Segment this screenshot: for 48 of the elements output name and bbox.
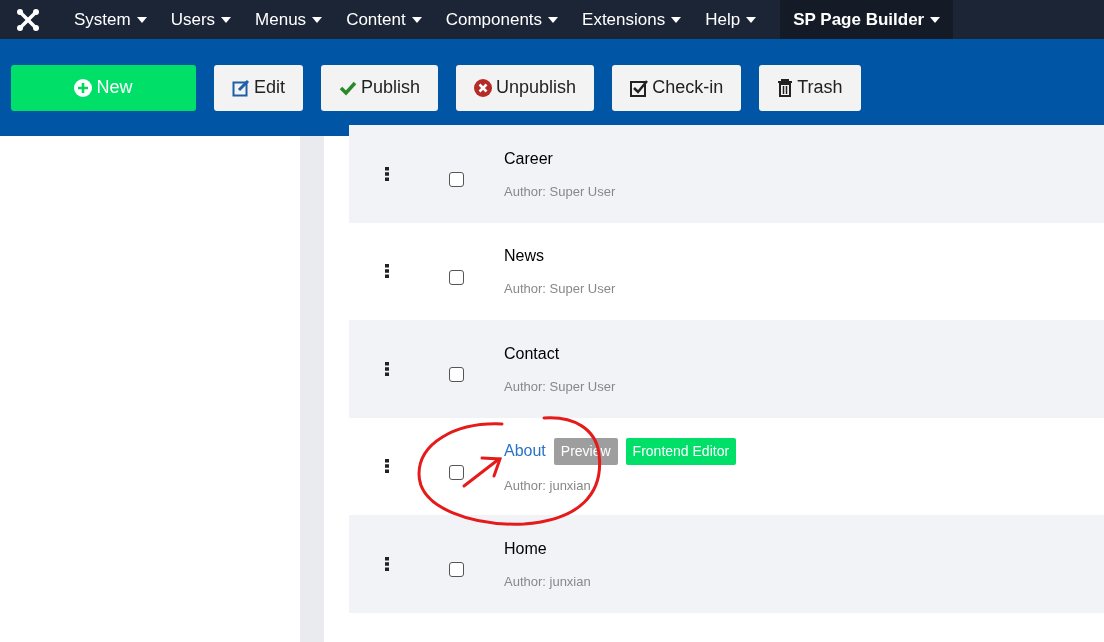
drag-handle-icon[interactable] xyxy=(385,459,389,474)
drag-handle-icon[interactable] xyxy=(385,166,389,181)
menu-item[interactable]: SP Page Builder xyxy=(780,0,954,39)
row-checkbox[interactable] xyxy=(449,562,464,578)
checkbox-icon xyxy=(630,78,649,97)
drag-handle-icon[interactable] xyxy=(385,264,389,279)
trash-icon xyxy=(777,78,794,97)
caret-icon xyxy=(671,16,682,23)
row-checkbox[interactable] xyxy=(449,172,464,188)
check-icon xyxy=(339,79,358,96)
drag-handle-icon[interactable] xyxy=(385,556,389,571)
page-title-link[interactable]: Career xyxy=(504,146,553,171)
toolbar-button[interactable]: Edit xyxy=(214,64,304,111)
page-title-link[interactable]: Home xyxy=(504,536,547,561)
author-text: Author: junxian xyxy=(504,572,591,591)
row-checkbox[interactable] xyxy=(449,464,464,480)
edit-icon xyxy=(232,78,250,97)
toolbar-button[interactable]: Check-in xyxy=(612,64,742,111)
caret-icon xyxy=(136,16,147,23)
page-title-link[interactable]: News xyxy=(504,244,544,268)
menu-item[interactable]: System xyxy=(62,0,159,39)
caret-icon xyxy=(548,16,559,23)
toolbar-button[interactable]: Trash xyxy=(759,64,861,111)
caret-icon xyxy=(930,16,941,23)
x-circle-icon xyxy=(474,78,493,97)
menu-item[interactable]: Help xyxy=(693,0,769,39)
author-text: Author: junxian xyxy=(504,476,592,495)
menu-item[interactable]: Menus xyxy=(243,0,335,39)
row-checkbox[interactable] xyxy=(449,269,464,285)
plus-circle-icon xyxy=(74,78,93,97)
menu-item[interactable]: Extensions xyxy=(570,0,694,39)
author-text: Author: Super User xyxy=(504,377,616,396)
toolbar-button[interactable]: Unpublish xyxy=(456,64,595,111)
menu-item[interactable]: Components xyxy=(433,0,571,39)
author-text: Author: Super User xyxy=(504,280,616,298)
caret-icon xyxy=(312,16,323,23)
menu-item[interactable]: Content xyxy=(334,0,434,39)
caret-icon xyxy=(221,16,232,23)
row-checkbox[interactable] xyxy=(449,367,464,383)
joomla-logo-icon[interactable] xyxy=(16,7,40,32)
toolbar-button[interactable]: Publish xyxy=(321,64,439,111)
page-title-link[interactable]: Contact xyxy=(504,341,560,366)
caret-icon xyxy=(411,16,422,23)
menu-item[interactable]: Users xyxy=(158,0,244,39)
caret-icon xyxy=(746,16,757,23)
page-title-link[interactable]: About xyxy=(504,439,546,463)
author-text: Author: Super User xyxy=(504,182,616,201)
drag-handle-icon[interactable] xyxy=(385,361,389,376)
